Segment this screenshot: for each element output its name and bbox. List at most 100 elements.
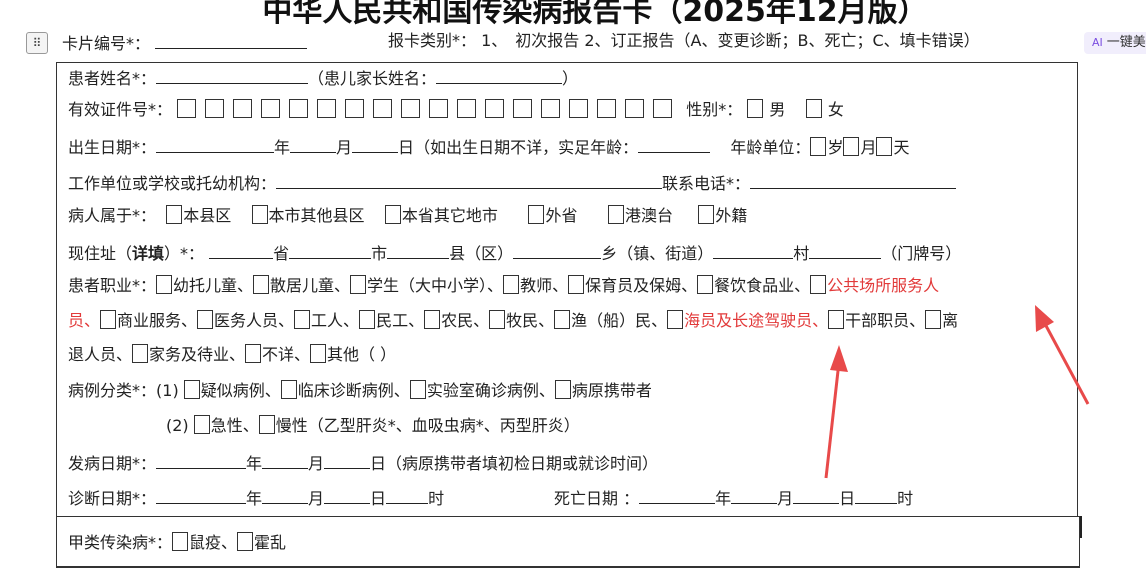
diag-month-field[interactable] (262, 485, 309, 504)
id-digit-box[interactable] (177, 99, 197, 118)
id-digit-box[interactable] (625, 99, 645, 118)
birth-day-field[interactable] (352, 134, 399, 153)
occupation-checkbox-cadre[interactable] (828, 310, 845, 329)
occupation-checkbox-fisher[interactable] (554, 310, 571, 329)
occupation-checkbox-public-service[interactable] (810, 275, 827, 294)
gender-female-checkbox[interactable] (805, 99, 822, 118)
id-digit-box[interactable] (457, 99, 477, 118)
id-digit-box[interactable] (289, 99, 309, 118)
address-city-field[interactable] (289, 240, 372, 259)
address-county-field[interactable] (387, 240, 450, 259)
phone-field[interactable] (750, 170, 957, 189)
belongs-checkbox-other-city[interactable] (384, 205, 401, 224)
belongs-checkbox-foreign[interactable] (698, 205, 715, 224)
case-checkbox-acute[interactable] (193, 415, 210, 434)
id-digit-box[interactable] (401, 99, 421, 118)
occupation-checkbox-commerce[interactable] (100, 310, 117, 329)
occupation-checkbox-worker[interactable] (294, 310, 311, 329)
id-digit-box[interactable] (653, 99, 673, 118)
diag-hour-field[interactable] (386, 485, 429, 504)
belongs-checkbox-local-county[interactable] (166, 205, 183, 224)
occupation-checkbox-housework[interactable] (132, 344, 149, 363)
occupation-checkbox-seafarer[interactable] (667, 310, 684, 329)
occupation-checkbox-unknown[interactable] (245, 344, 262, 363)
birth-year-field[interactable] (156, 134, 275, 153)
death-day-field[interactable] (793, 485, 840, 504)
death-day-unit: 日 (839, 489, 856, 508)
onset-month-field[interactable] (262, 450, 309, 469)
occupation-checkbox-migrant[interactable] (359, 310, 376, 329)
case-checkbox-carrier[interactable] (554, 380, 571, 399)
id-digit-box[interactable] (373, 99, 393, 118)
occupation-herder: 牧民、 (506, 311, 555, 330)
case-checkbox-clinical[interactable] (280, 380, 297, 399)
id-digit-box[interactable] (541, 99, 561, 118)
gender-male-label: 男 (769, 100, 786, 119)
patient-name-field[interactable] (156, 65, 309, 84)
birth-day-unit: 日 (398, 138, 415, 157)
occupation-checkbox-catering[interactable] (697, 275, 714, 294)
occupation-scattered-child: 散居儿童、 (270, 276, 351, 295)
case-chronic: 慢性（乙型肝炎*、血吸虫病*、丙型肝炎） (275, 416, 580, 435)
death-hour-field[interactable] (855, 485, 898, 504)
row-case-class-1: 病例分类*：(1) 疑似病例、 临床诊断病例、 实验室确诊病例、 病原携带者 (68, 380, 652, 402)
death-month-field[interactable] (731, 485, 778, 504)
belongs-checkbox-other-province[interactable] (528, 205, 545, 224)
case-checkbox-suspected[interactable] (183, 380, 200, 399)
occupation-checkbox-herder[interactable] (489, 310, 506, 329)
address-house-unit: （门牌号） (881, 244, 962, 263)
document-title: 中华人民共和国传染病报告卡（2025年12月版） (262, 0, 928, 29)
row-id-number: 有效证件号*： 性别*： 男 女 (68, 99, 844, 121)
address-village-field[interactable] (713, 240, 794, 259)
id-digit-box[interactable] (597, 99, 617, 118)
occupation-checkbox-other[interactable] (310, 344, 327, 363)
parent-name-field[interactable] (436, 65, 563, 84)
id-digit-box[interactable] (261, 99, 281, 118)
death-year-field[interactable] (639, 485, 716, 504)
age-unit-month-checkbox[interactable] (843, 137, 860, 156)
phone-label: 联系电话*： (662, 174, 751, 193)
work-unit-field[interactable] (276, 170, 663, 189)
occupation-checkbox-farmer[interactable] (424, 310, 441, 329)
id-digit-box[interactable] (205, 99, 225, 118)
belongs-checkbox-other-county[interactable] (251, 205, 268, 224)
occupation-checkbox-retired[interactable] (925, 310, 942, 329)
age-field[interactable] (638, 134, 711, 153)
class-a-checkbox-plague[interactable] (172, 532, 189, 551)
id-digit-box[interactable] (485, 99, 505, 118)
age-unit-day-checkbox[interactable] (876, 137, 893, 156)
id-digit-box[interactable] (233, 99, 253, 118)
id-digit-box[interactable] (317, 99, 337, 118)
id-number-label: 有效证件号*： (68, 100, 173, 119)
birth-month-field[interactable] (290, 134, 337, 153)
ai-beautify-button[interactable]: AI一键美化 (1084, 32, 1146, 54)
age-unit-year-checkbox[interactable] (810, 137, 827, 156)
occupation-checkbox-medical[interactable] (197, 310, 214, 329)
row-patient-name: 患者姓名*： （患儿家长姓名： ） (68, 65, 578, 90)
address-town-field[interactable] (513, 240, 602, 259)
occupation-checkbox-nanny[interactable] (568, 275, 585, 294)
id-digit-box[interactable] (345, 99, 365, 118)
gender-male-checkbox[interactable] (747, 99, 764, 118)
onset-day-field[interactable] (324, 450, 371, 469)
occupation-checkbox-scattered-child[interactable] (253, 275, 270, 294)
id-digit-box[interactable] (569, 99, 589, 118)
case-checkbox-chronic[interactable] (258, 415, 275, 434)
id-digit-box[interactable] (513, 99, 533, 118)
onset-year-field[interactable] (156, 450, 247, 469)
address-province-field[interactable] (209, 240, 274, 259)
card-number-field[interactable] (155, 30, 308, 49)
id-number-boxes[interactable] (177, 99, 681, 119)
occupation-checkbox-nursery-child[interactable] (156, 275, 173, 294)
diag-day-field[interactable] (324, 485, 371, 504)
drag-handle-icon[interactable]: ⠿ (26, 32, 48, 54)
id-digit-box[interactable] (429, 99, 449, 118)
class-a-checkbox-cholera[interactable] (237, 532, 254, 551)
case-checkbox-lab-confirmed[interactable] (409, 380, 426, 399)
diag-year-field[interactable] (156, 485, 247, 504)
address-house-field[interactable] (809, 240, 882, 259)
belongs-checkbox-hk-macao-tw[interactable] (607, 205, 624, 224)
occupation-checkbox-teacher[interactable] (503, 275, 520, 294)
age-unit-day: 天 (893, 138, 910, 157)
occupation-checkbox-student[interactable] (350, 275, 367, 294)
